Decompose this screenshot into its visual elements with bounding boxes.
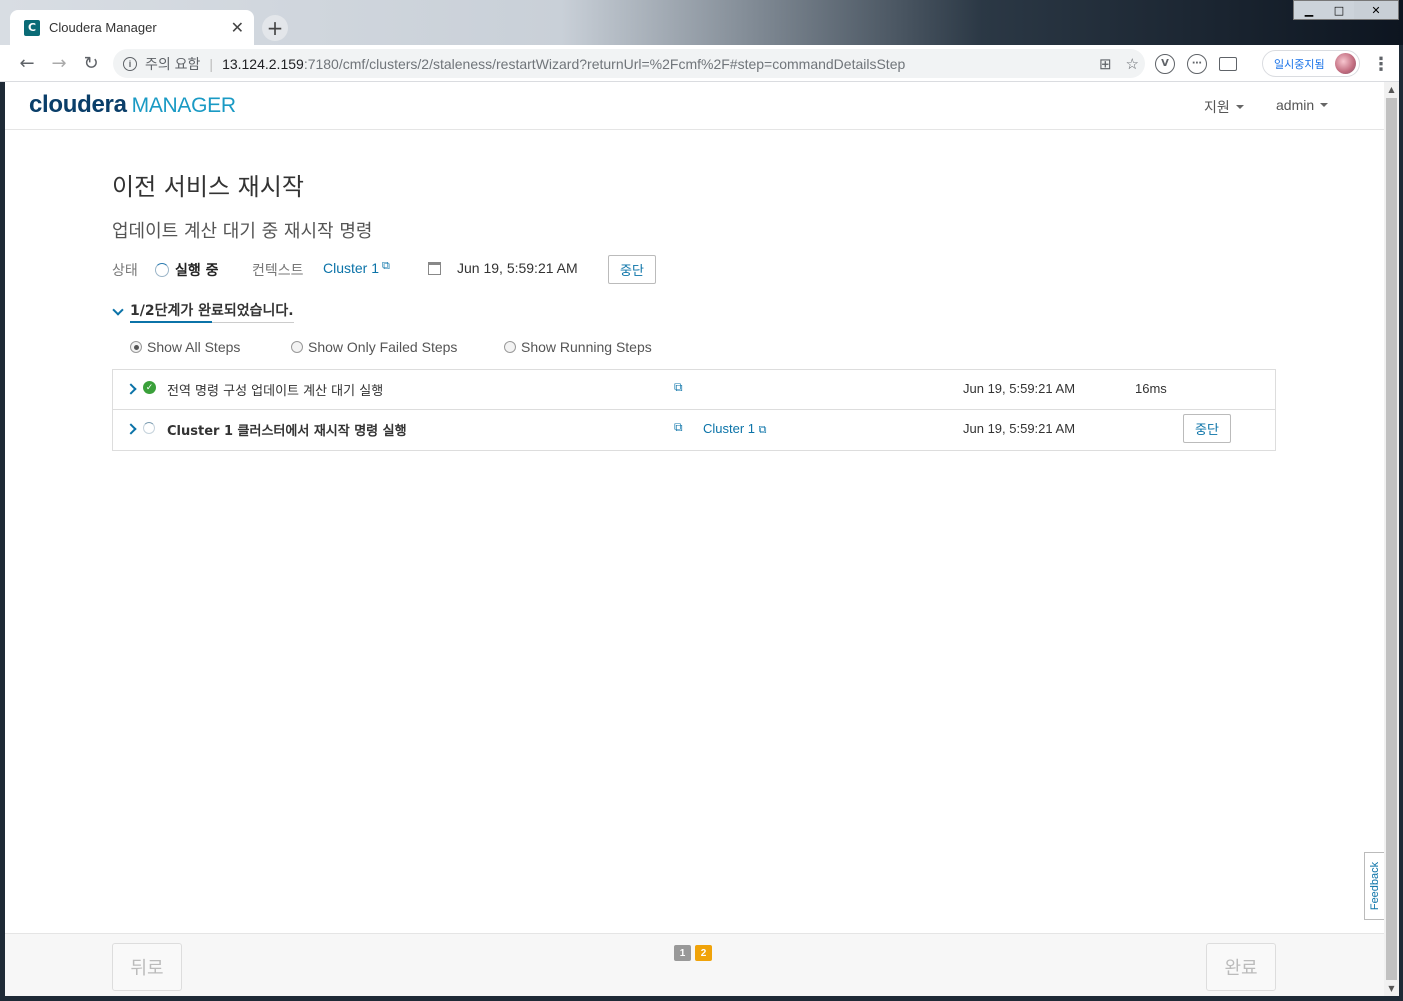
external-link-icon[interactable]: ⧉	[382, 259, 390, 273]
separator: |	[209, 55, 214, 72]
step-name: Cluster 1 클러스터에서 재시작 명령 실행	[167, 424, 407, 439]
steps-progress-toggle[interactable]: 1/2단계가 완료되었습니다.	[112, 300, 294, 323]
step-time: Jun 19, 5:59:21 AM	[963, 421, 1076, 436]
scroll-up-icon[interactable]: ▲	[1384, 82, 1399, 97]
feedback-tab[interactable]: Feedback	[1364, 852, 1384, 920]
scroll-thumb[interactable]	[1386, 98, 1397, 980]
profile-label: 일시중지됨	[1274, 57, 1325, 71]
finish-button[interactable]: 완료	[1206, 943, 1276, 991]
step-duration: 16ms	[1135, 381, 1167, 396]
app-header: cloudera MANAGER 지원 admin	[5, 82, 1384, 130]
radio-all-steps[interactable]	[130, 341, 142, 353]
user-menu[interactable]: admin	[1276, 97, 1329, 113]
progress-label: 1/2단계가 완료되었습니다.	[130, 303, 294, 319]
scroll-down-icon[interactable]: ▼	[1384, 981, 1399, 996]
back-icon[interactable]: ←	[11, 47, 43, 79]
page-viewport: cloudera MANAGER 지원 admin 이전 서비스 재시작 업데이트…	[5, 82, 1384, 996]
running-spinner-icon	[143, 422, 155, 434]
running-spinner-icon	[155, 263, 169, 277]
filter-running-steps[interactable]: Show Running Steps	[504, 339, 652, 355]
profile-button[interactable]: 일시중지됨	[1262, 50, 1360, 77]
close-tab-icon[interactable]: ✕	[231, 18, 244, 37]
page-scrollbar[interactable]: ▲ ▼	[1384, 82, 1399, 996]
page-subtitle: 업데이트 계산 대기 중 재시작 명령	[112, 221, 373, 242]
radio-failed-steps[interactable]	[291, 341, 303, 353]
support-menu[interactable]: 지원	[1204, 97, 1244, 117]
browser-titlebar: C Cloudera Manager ✕ + ▁ □ ✕	[0, 0, 1403, 45]
reload-icon[interactable]: ↻	[75, 47, 107, 79]
url-path: :7180/cmf/clusters/2/staleness/restartWi…	[303, 55, 906, 72]
chevron-down-icon	[1235, 105, 1244, 109]
status-value: 실행 중	[175, 263, 219, 279]
star-icon[interactable]: ☆	[1126, 55, 1139, 73]
chevron-right-icon[interactable]	[125, 423, 137, 435]
filter-label: Show Only Failed Steps	[308, 339, 458, 355]
wizard-footer: 뒤로 1 2 완료	[5, 933, 1384, 996]
address-bar[interactable]: i 주의 요함 | 13.124.2.159:7180/cmf/clusters…	[113, 49, 1145, 78]
filter-all-steps[interactable]: Show All Steps	[130, 339, 240, 355]
logo-text-cloudera: cloudera	[29, 91, 127, 118]
tab-title: Cloudera Manager	[49, 20, 157, 35]
chevron-right-icon[interactable]	[125, 383, 137, 395]
forward-icon[interactable]: →	[43, 47, 75, 79]
step-time: Jun 19, 5:59:21 AM	[963, 381, 1076, 396]
progress-text: 1/2단계가 완료되었습니다.	[130, 300, 294, 323]
start-time: Jun 19, 5:59:21 AM	[457, 260, 578, 276]
cast-icon[interactable]	[1219, 56, 1237, 71]
maximize-icon[interactable]: □	[1324, 1, 1354, 19]
table-row[interactable]: Cluster 1 클러스터에서 재시작 명령 실행 ⧉ Cluster 1 ⧉…	[113, 410, 1275, 450]
command-status-row: 상태 실행 중 컨텍스트 Cluster 1 ⧉ Jun 19, 5:59:21…	[112, 255, 712, 284]
cloudera-favicon-icon: C	[24, 19, 40, 36]
success-check-icon: ✓	[143, 381, 156, 394]
cloudera-manager-logo[interactable]: cloudera MANAGER	[29, 91, 236, 119]
calendar-icon	[428, 262, 441, 275]
external-link-icon[interactable]: ⧉	[759, 424, 767, 436]
filter-label: Show All Steps	[147, 339, 241, 355]
external-link-icon[interactable]: ⧉	[674, 380, 683, 395]
step-name: 전역 명령 구성 업데이트 계산 대기 실행	[167, 384, 384, 399]
external-link-icon[interactable]: ⧉	[674, 420, 683, 435]
page-step-1[interactable]: 1	[674, 945, 691, 961]
back-button[interactable]: 뒤로	[112, 943, 182, 991]
menu-icon[interactable]: ⋮	[1372, 54, 1390, 75]
page-title: 이전 서비스 재시작	[112, 173, 304, 201]
extension-v-icon[interactable]: V	[1155, 53, 1175, 74]
wizard-pager: 1 2	[674, 945, 712, 961]
step-context-link[interactable]: Cluster 1 ⧉	[703, 421, 767, 437]
user-menu-label: admin	[1276, 97, 1315, 113]
filter-failed-steps[interactable]: Show Only Failed Steps	[291, 339, 457, 355]
context-label: 컨텍스트	[252, 263, 304, 279]
window-edge	[0, 996, 1403, 1001]
table-row[interactable]: ✓ 전역 명령 구성 업데이트 계산 대기 실행 ⧉ Jun 19, 5:59:…	[113, 370, 1275, 410]
progress-bar	[130, 321, 212, 323]
minimize-icon[interactable]: ▁	[1294, 1, 1324, 19]
feedback-label: Feedback	[1369, 861, 1382, 911]
browser-toolbar: ← → ↻ i 주의 요함 | 13.124.2.159:7180/cmf/cl…	[0, 45, 1403, 82]
new-tab-button[interactable]: +	[262, 15, 288, 41]
abort-button[interactable]: 중단	[608, 255, 656, 284]
window-controls: ▁ □ ✕	[1293, 0, 1399, 20]
avatar	[1335, 53, 1356, 74]
chevron-down-icon	[112, 303, 124, 316]
main-content: 이전 서비스 재시작 업데이트 계산 대기 중 재시작 명령 상태 실행 중 컨…	[112, 167, 1277, 451]
status-label: 상태	[112, 263, 138, 279]
browser-tab[interactable]: C Cloudera Manager ✕	[10, 10, 254, 45]
context-link[interactable]: Cluster 1	[323, 260, 379, 276]
window-edge	[1399, 45, 1403, 1001]
extension-code-icon[interactable]: ⋯	[1187, 53, 1207, 74]
window-close-icon[interactable]: ✕	[1354, 1, 1398, 19]
page-step-2[interactable]: 2	[695, 945, 712, 961]
url-host: 13.124.2.159	[222, 55, 304, 72]
step-abort-button[interactable]: 중단	[1183, 414, 1231, 443]
chevron-down-icon	[1320, 103, 1329, 107]
security-label: 주의 요함	[145, 55, 201, 72]
logo-text-manager: MANAGER	[131, 94, 236, 117]
info-icon[interactable]: i	[123, 56, 137, 71]
radio-running-steps[interactable]	[504, 341, 516, 353]
steps-table: ✓ 전역 명령 구성 업데이트 계산 대기 실행 ⧉ Jun 19, 5:59:…	[112, 369, 1276, 451]
step-context-label: Cluster 1	[703, 421, 756, 436]
filter-label: Show Running Steps	[521, 339, 652, 355]
translate-icon[interactable]: ⊞	[1099, 55, 1112, 73]
support-menu-label: 지원	[1204, 99, 1230, 115]
